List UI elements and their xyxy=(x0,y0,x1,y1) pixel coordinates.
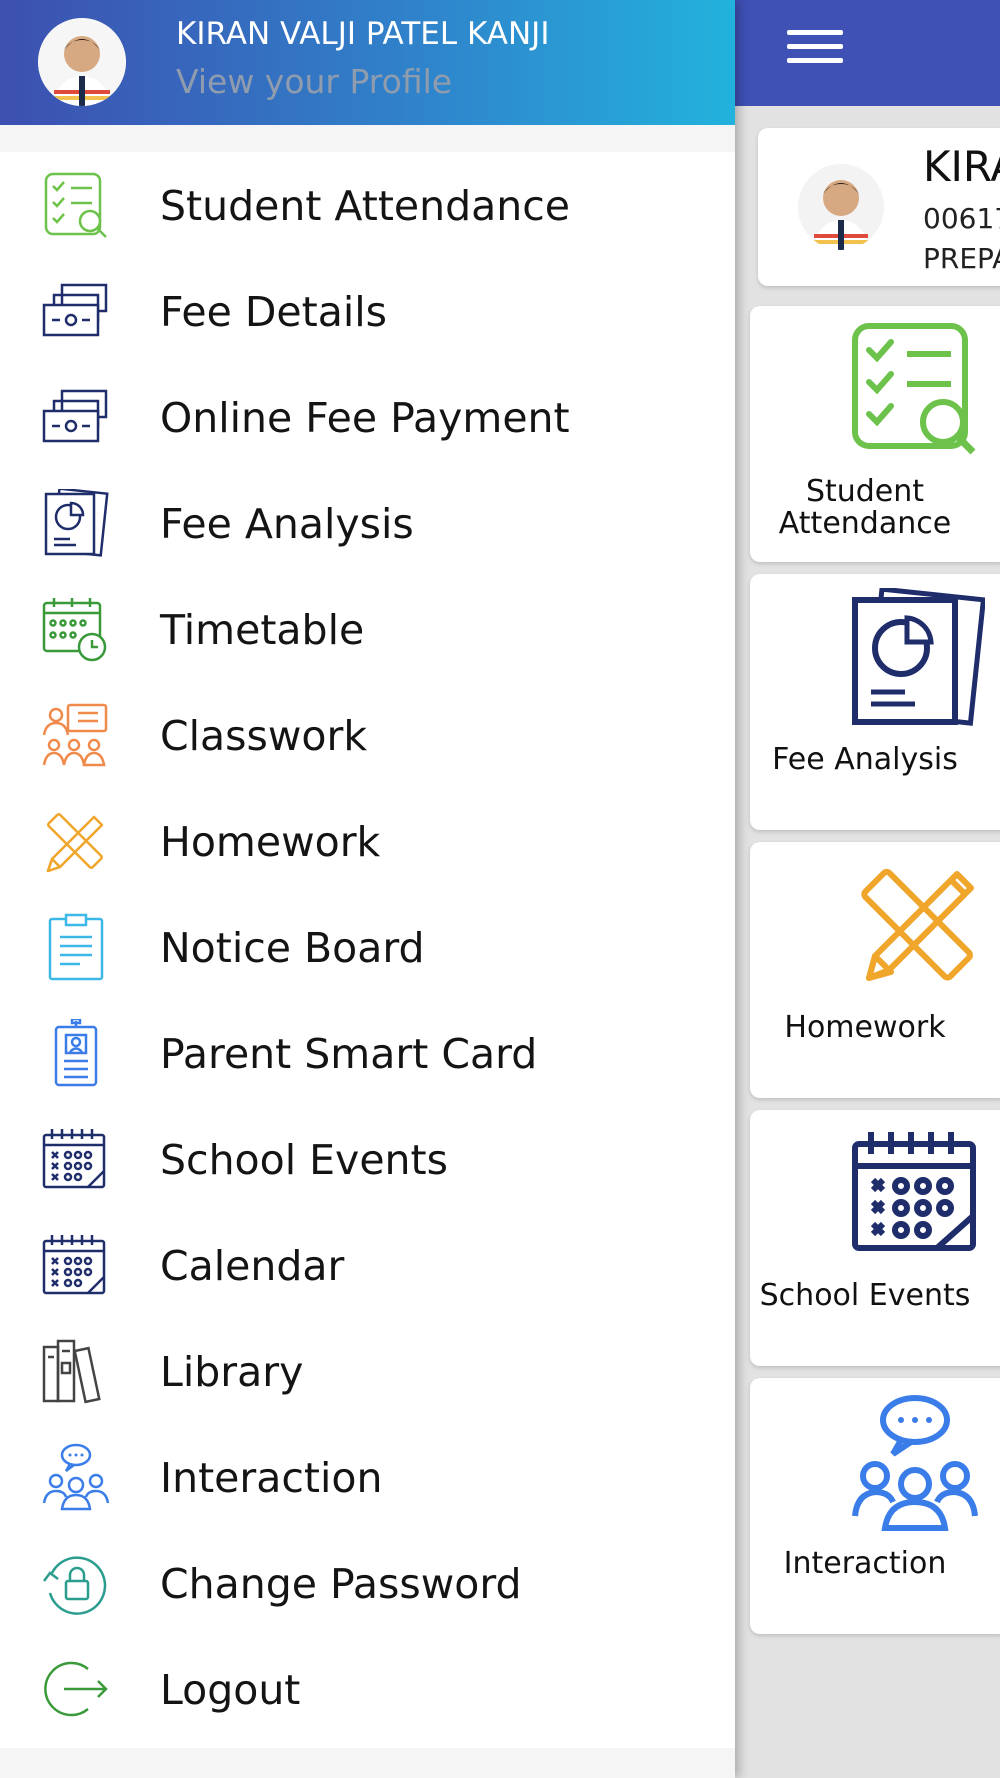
homework-icon xyxy=(46,813,104,873)
homework-icon xyxy=(861,868,974,981)
drawer-header[interactable]: KIRAN VALJI PATEL KANJI View your Profil… xyxy=(0,0,735,125)
drawer-menu: Student Attendance Fee Details Online Fe… xyxy=(0,152,735,1748)
menu-item-label: Homework xyxy=(160,818,381,866)
calendar-icon xyxy=(42,1235,106,1295)
menu-item-label: Parent Smart Card xyxy=(160,1030,538,1078)
menu-item-fee-details[interactable]: Fee Details xyxy=(0,258,735,364)
tile-label: Interaction xyxy=(783,1546,947,1581)
menu-item-label: Notice Board xyxy=(160,924,425,972)
student-class-truncated: PREPA xyxy=(923,242,1000,275)
menu-item-label: Classwork xyxy=(160,712,368,760)
school-events-icon xyxy=(42,1129,106,1189)
navigation-drawer: KIRAN VALJI PATEL KANJI View your Profil… xyxy=(0,0,735,1778)
menu-item-label: Interaction xyxy=(160,1454,383,1502)
student-id-truncated: 00617 xyxy=(923,202,1000,235)
menu-item-label: Fee Details xyxy=(160,288,387,336)
tile-school-events[interactable]: School Events xyxy=(750,1110,1000,1366)
tile-label: Attendance xyxy=(778,506,952,541)
menu-item-classwork[interactable]: Classwork xyxy=(0,682,735,788)
change-password-icon xyxy=(43,1556,107,1615)
menu-item-calendar[interactable]: Calendar xyxy=(0,1212,735,1318)
menu-item-timetable[interactable]: Timetable xyxy=(0,576,735,682)
menu-item-homework[interactable]: Homework xyxy=(0,788,735,894)
logout-icon xyxy=(44,1661,108,1717)
attendance-icon xyxy=(44,172,107,238)
tile-label: School Events xyxy=(759,1278,971,1313)
tile-student-attendance[interactable]: Student Attendance xyxy=(750,306,1000,562)
student-profile-card[interactable]: KIRA 00617 PREPA xyxy=(758,128,1000,286)
student-name-truncated: KIRA xyxy=(923,142,1000,191)
fee-analysis-icon xyxy=(852,588,985,726)
notice-board-icon xyxy=(48,913,104,981)
classwork-icon xyxy=(42,703,108,767)
menu-item-label: Student Attendance xyxy=(160,182,571,230)
school-events-icon xyxy=(852,1132,976,1251)
tile-fee-analysis[interactable]: Fee Analysis xyxy=(750,574,1000,830)
menu-item-change-password[interactable]: Change Password xyxy=(0,1530,735,1636)
menu-item-school-events[interactable]: School Events xyxy=(0,1106,735,1212)
menu-item-label: Calendar xyxy=(160,1242,345,1290)
hamburger-menu-icon[interactable] xyxy=(787,30,843,70)
menu-item-label: Change Password xyxy=(160,1560,522,1608)
user-name: KIRAN VALJI PATEL KANJI xyxy=(176,16,550,52)
smart-card-icon xyxy=(54,1019,98,1087)
tile-label: Homework xyxy=(784,1010,946,1045)
menu-item-student-attendance[interactable]: Student Attendance xyxy=(0,152,735,258)
student-avatar xyxy=(798,164,884,250)
timetable-icon xyxy=(42,598,107,662)
tile-label: Student xyxy=(805,474,925,509)
menu-item-label: Online Fee Payment xyxy=(160,394,570,442)
menu-item-interaction[interactable]: Interaction xyxy=(0,1424,735,1530)
online-fee-payment-icon xyxy=(42,389,108,443)
menu-item-online-fee-payment[interactable]: Online Fee Payment xyxy=(0,364,735,470)
menu-item-notice-board[interactable]: Notice Board xyxy=(0,894,735,1000)
avatar[interactable] xyxy=(38,18,126,106)
interaction-icon xyxy=(42,1443,110,1511)
tile-interaction[interactable]: Interaction xyxy=(750,1378,1000,1634)
tile-homework[interactable]: Homework xyxy=(750,842,1000,1098)
library-icon xyxy=(42,1339,101,1404)
menu-item-fee-analysis[interactable]: Fee Analysis xyxy=(0,470,735,576)
attendance-icon xyxy=(852,323,976,455)
menu-item-library[interactable]: Library xyxy=(0,1318,735,1424)
menu-item-label: Library xyxy=(160,1348,304,1396)
fee-analysis-icon xyxy=(44,489,109,557)
menu-item-label: Logout xyxy=(160,1666,301,1714)
menu-item-parent-smart-card[interactable]: Parent Smart Card xyxy=(0,1000,735,1106)
menu-item-logout[interactable]: Logout xyxy=(0,1636,735,1742)
interaction-icon xyxy=(852,1395,978,1531)
fee-details-icon xyxy=(42,283,108,337)
menu-item-label: School Events xyxy=(160,1136,448,1184)
tile-label: Fee Analysis xyxy=(772,742,958,777)
menu-item-label: Fee Analysis xyxy=(160,500,414,548)
view-profile-link[interactable]: View your Profile xyxy=(176,62,452,101)
menu-item-label: Timetable xyxy=(160,606,365,654)
